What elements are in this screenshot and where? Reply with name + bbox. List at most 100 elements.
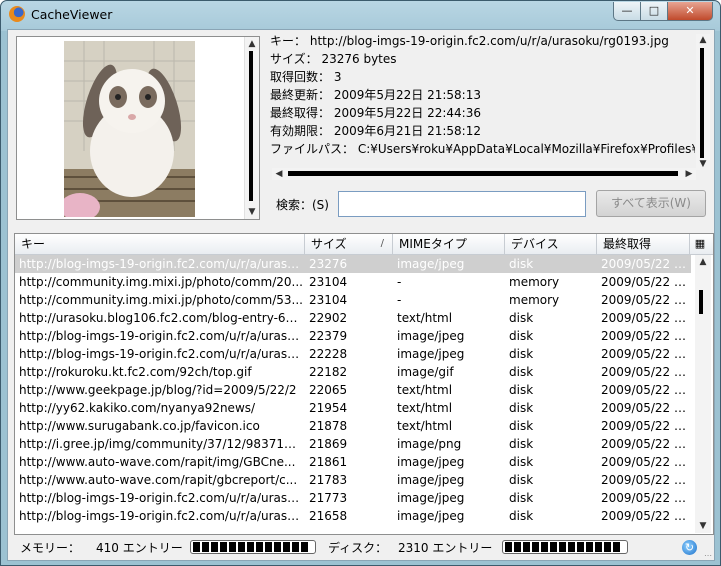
column-header-size[interactable]: サイズ / [305,234,393,254]
table-row[interactable]: http://blog-imgs-19-origin.fc2.com/u/r/a… [15,327,691,345]
column-header-mime[interactable]: MIMEタイプ [393,234,505,254]
meter-segment [238,542,245,552]
table-row[interactable]: http://blog-imgs-19-origin.fc2.com/u/r/a… [15,345,691,363]
scroll-thumb[interactable] [700,48,704,158]
detail-count: 取得回数： 3 [270,70,342,84]
image-preview-pane: ▲ ▼ [16,36,260,220]
table-row[interactable]: http://rokuroku.kt.fc2.com/92ch/top.gif 2… [15,363,691,381]
scroll-up-icon[interactable]: ▲ [698,257,708,267]
cell-mime: image/jpeg [397,329,465,343]
cell-size: 22182 [309,365,348,379]
cell-device: memory [509,293,560,307]
table-vscroll[interactable]: ▲ ▼ [695,255,711,533]
refresh-icon[interactable]: ↻ [682,540,697,555]
cell-mime: - [397,275,402,289]
meter-segment [202,542,209,552]
cell-device: memory [509,275,560,289]
cell-key: http://blog-imgs-19-origin.fc2.com/u/r/a… [19,491,303,505]
cell-key: http://blog-imgs-19-origin.fc2.com/u/r/a… [19,329,303,343]
meter-segment [292,542,299,552]
table-row[interactable]: http://yy62.kakiko.com/nyanya92news/2195… [15,399,691,417]
scroll-up-icon[interactable]: ▲ [247,39,257,49]
cell-last-fetched: 2009/05/22 2... [601,275,687,289]
disk-label: ディスク： [328,541,388,555]
cell-last-fetched: 2009/05/22 2... [601,293,687,307]
show-all-button[interactable]: すべて表示(W) [596,190,706,217]
column-header-key[interactable]: キー [15,234,305,254]
scroll-right-icon[interactable]: ▶ [684,169,694,179]
table-row[interactable]: http://community.img.mixi.jp/photo/comm/… [15,273,691,291]
table-header: キー サイズ / MIMEタイプ デバイス 最終取得 ▦ [15,234,713,255]
table-row[interactable]: http://blog-imgs-19-origin.fc2.com/u/r/a… [15,255,691,273]
preview-scrollbar[interactable]: ▲ ▼ [244,37,259,219]
cell-key: http://community.img.mixi.jp/photo/comm/… [19,293,303,307]
table-row[interactable]: http://www.surugabank.co.jp/favicon.ico 2… [15,417,691,435]
cell-last-fetched: 2009/05/22 2... [601,383,687,397]
scroll-up-icon[interactable]: ▲ [698,35,708,45]
cell-last-fetched: 2009/05/22 2... [601,365,687,379]
search-input[interactable] [338,191,586,217]
minimize-button[interactable]: — [613,2,641,21]
cell-last-fetched: 2009/05/22 2... [601,329,687,343]
cell-mime: image/png [397,437,462,451]
column-picker-icon[interactable]: ▦ [690,234,710,254]
cell-size: 21869 [309,437,348,451]
details-vscroll[interactable]: ▲ ▼ [696,34,710,170]
scroll-down-icon[interactable]: ▼ [698,521,708,531]
table-row[interactable]: http://community.img.mixi.jp/photo/comm/… [15,291,691,309]
meter-segment [541,542,548,552]
resize-grip-icon[interactable]: ⋯ [704,546,714,560]
table-row[interactable]: http://www.geekpage.jp/blog/?id=2009/5/2… [15,381,691,399]
table-row[interactable]: http://i.gree.jp/img/community/37/12/983… [15,435,691,453]
scroll-thumb[interactable] [249,51,253,201]
cell-device: disk [509,347,534,361]
client-area: ▲ ▼ キー： http://blog-imgs-19-origin.fc2.c… [7,29,715,561]
table-row[interactable]: http://blog-imgs-19-origin.fc2.com/u/r/a… [15,507,691,525]
table-row[interactable]: http://blog-imgs-19-origin.fc2.com/u/r/a… [15,489,691,507]
column-header-last-fetched[interactable]: 最終取得 [597,234,690,254]
scroll-down-icon[interactable]: ▼ [698,159,708,169]
meter-segment [559,542,566,552]
cell-device: disk [509,491,534,505]
memory-count: 410 エントリー [96,541,183,555]
entry-details: キー： http://blog-imgs-19-origin.fc2.com/u… [270,32,695,180]
detail-expires: 有効期限： 2009年6月21日 21:58:12 [270,124,481,138]
meter-segment [193,542,200,552]
scroll-left-icon[interactable]: ◀ [274,169,284,179]
cell-key: http://blog-imgs-19-origin.fc2.com/u/r/a… [19,257,303,271]
cell-mime: image/gif [397,365,454,379]
cell-mime: image/jpeg [397,473,465,487]
table-row[interactable]: http://urasoku.blog106.fc2.com/blog-entr… [15,309,691,327]
cell-device: disk [509,257,534,271]
detail-fetched: 最終取得： 2009年5月22日 22:44:36 [270,106,481,120]
maximize-button[interactable]: □ [640,2,668,21]
detail-key: キー： http://blog-imgs-19-origin.fc2.com/u… [270,34,669,48]
title-bar[interactable]: CacheViewer — □ ✕ [1,1,720,29]
scroll-thumb[interactable] [699,290,703,314]
cell-last-fetched: 2009/05/22 2... [601,419,687,433]
cell-key: http://www.auto-wave.com/rapit/img/GBCne… [19,455,296,469]
cell-device: disk [509,329,534,343]
meter-segment [514,542,521,552]
cell-key: http://rokuroku.kt.fc2.com/92ch/top.gif [19,365,252,379]
cell-device: disk [509,473,534,487]
memory-meter [190,540,316,554]
details-hscroll[interactable]: ◀ ▶ [272,168,696,180]
meter-segment [256,542,263,552]
scroll-thumb[interactable] [288,171,678,176]
cell-last-fetched: 2009/05/22 2... [601,455,687,469]
table-row[interactable]: http://www.auto-wave.com/rapit/gbcreport… [15,471,691,489]
cell-last-fetched: 2009/05/22 2... [601,437,687,451]
cell-size: 23104 [309,275,348,289]
column-header-device[interactable]: デバイス [505,234,597,254]
close-button[interactable]: ✕ [667,2,713,21]
table-row[interactable]: http://www.auto-wave.com/rapit/img/GBCne… [15,453,691,471]
cell-size: 22228 [309,347,348,361]
meter-segment [229,542,236,552]
sort-indicator: / [380,238,384,249]
cell-last-fetched: 2009/05/22 2... [601,491,687,505]
meter-segment [220,542,227,552]
cell-last-fetched: 2009/05/22 2... [601,257,687,271]
scroll-down-icon[interactable]: ▼ [247,207,257,217]
cell-size: 23104 [309,293,348,307]
